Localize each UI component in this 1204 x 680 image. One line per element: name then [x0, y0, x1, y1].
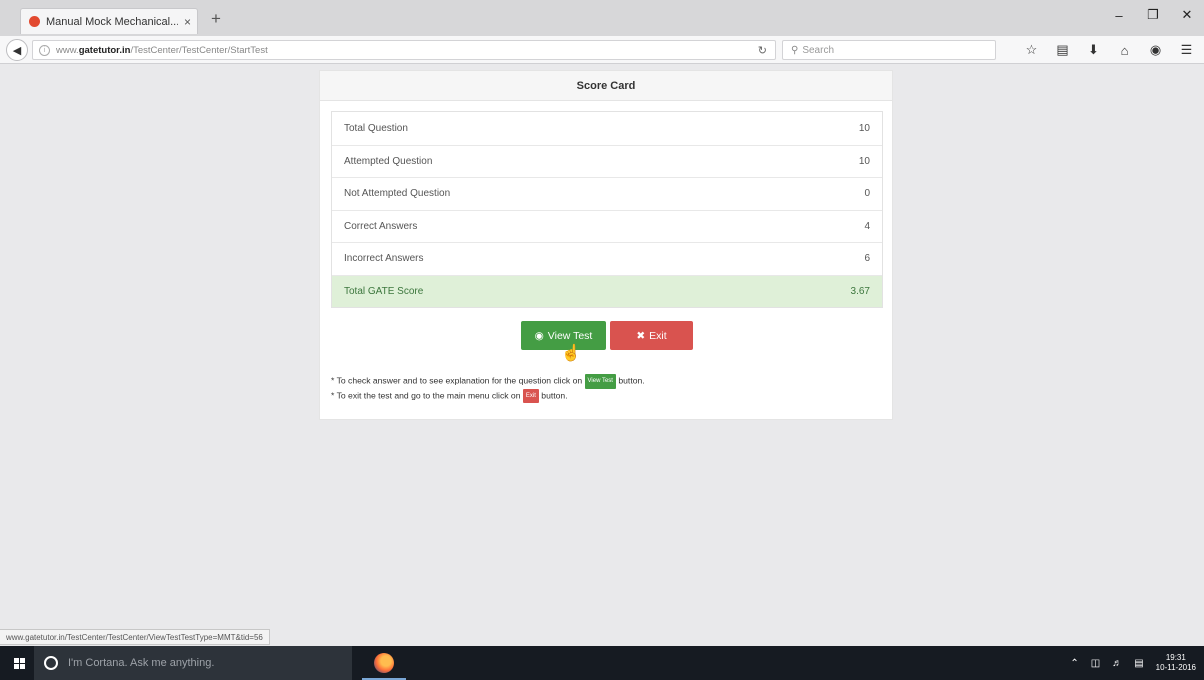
exit-badge: Exit: [522, 388, 539, 403]
date: 10-11-2016: [1155, 663, 1196, 672]
windows-logo-icon: [13, 657, 25, 669]
row-label: Attempted Question: [344, 155, 433, 167]
network-icon[interactable]: ◫: [1091, 658, 1100, 669]
address-bar[interactable]: i www. gatetutor.in/TestCenter/TestCenter…: [32, 40, 776, 60]
system-tray: ⌃ ◫ ♬ ▤ 19:31 10-11-2016: [1070, 646, 1204, 680]
row-value: 10: [858, 122, 870, 134]
browser-toolbar: ☆ ▤ ⬇ ⌂ ◉ ☰: [1016, 40, 1202, 60]
url-domain: gatetutor.in: [78, 44, 131, 56]
close-window-icon[interactable]: ✕: [1170, 0, 1204, 30]
row-label: Correct Answers: [344, 220, 418, 232]
note-exit: * To exit the test and go to the main me…: [331, 388, 645, 403]
window-controls: – ❐ ✕: [1102, 0, 1204, 30]
action-buttons: ◉ View Test ✖ Exit: [320, 321, 894, 350]
row-label: Total Question: [344, 122, 408, 134]
row-label: Total GATE Score: [344, 285, 424, 297]
search-input[interactable]: ⚲ Search: [782, 40, 996, 60]
table-row: Incorrect Answers 6: [332, 242, 882, 275]
menu-icon[interactable]: ☰: [1171, 40, 1202, 60]
browser-nav-bar: ◀ i www. gatetutor.in/TestCenter/TestCent…: [0, 36, 1204, 64]
start-button[interactable]: [8, 652, 30, 674]
reload-icon[interactable]: ↻: [758, 44, 767, 57]
total-score-row: Total GATE Score 3.67: [332, 274, 882, 307]
instructions: * To check answer and to see explanation…: [331, 374, 645, 403]
cortana-search[interactable]: I'm Cortana. Ask me anything.: [34, 646, 352, 680]
clock[interactable]: 19:31 10-11-2016: [1156, 653, 1196, 673]
exit-button[interactable]: ✖ Exit: [610, 321, 693, 350]
time: 19:31: [1165, 653, 1186, 662]
row-label: Incorrect Answers: [344, 253, 424, 265]
table-row: Total Question 10: [332, 112, 882, 145]
note-view-test: * To check answer and to see explanation…: [331, 374, 645, 389]
windows-taskbar: I'm Cortana. Ask me anything. ⌃ ◫ ♬ ▤ 19…: [0, 646, 1204, 680]
close-icon: ✖: [636, 329, 646, 342]
browser-tab[interactable]: Manual Mock Mechanical... ×: [20, 8, 198, 34]
chevron-up-icon[interactable]: ⌃: [1070, 658, 1078, 669]
view-test-badge: View Test: [584, 374, 616, 389]
note-text: * To exit the test and go to the main me…: [331, 390, 521, 401]
notification-icon[interactable]: ▤: [1134, 658, 1143, 669]
row-value: 4: [864, 220, 870, 232]
status-url: www.gatetutor.in/TestCenter/TestCenter/V…: [0, 629, 270, 645]
row-label: Not Attempted Question: [344, 188, 451, 200]
url-prefix: www.: [56, 44, 79, 56]
row-value: 0: [864, 188, 870, 200]
table-row: Correct Answers 4: [332, 209, 882, 243]
back-arrow-icon[interactable]: ◀: [6, 39, 28, 61]
reading-list-icon[interactable]: ▤: [1047, 40, 1078, 60]
eye-icon: ◉: [534, 329, 544, 342]
site-info-icon[interactable]: i: [39, 44, 50, 56]
note-text: * To check answer and to see explanation…: [331, 375, 583, 386]
score-table: Total Question 10 Attempted Question 10 …: [331, 111, 883, 308]
tab-title: Manual Mock Mechanical...: [46, 15, 178, 28]
browser-title-bar: Manual Mock Mechanical... × + – ❐ ✕: [0, 0, 1204, 36]
search-placeholder: Search: [802, 44, 835, 56]
site-favicon-icon: [29, 16, 40, 27]
score-card: Score Card Total Question 10 Attempted Q…: [319, 70, 893, 420]
new-tab-button[interactable]: +: [206, 8, 226, 30]
hand-cursor-icon: ☝: [561, 345, 581, 362]
pocket-icon[interactable]: ◉: [1140, 40, 1171, 60]
note-text: button.: [618, 375, 645, 386]
download-icon[interactable]: ⬇: [1078, 40, 1109, 60]
cortana-icon: [44, 656, 58, 670]
bookmark-star-icon[interactable]: ☆: [1016, 40, 1047, 60]
view-test-label: View Test: [547, 329, 593, 342]
cortana-placeholder: I'm Cortana. Ask me anything.: [68, 657, 215, 669]
row-value: 10: [858, 155, 870, 167]
table-row: Not Attempted Question 0: [332, 177, 882, 210]
note-text: button.: [541, 390, 568, 401]
row-value: 3.67: [850, 285, 870, 297]
restore-icon[interactable]: ❐: [1136, 0, 1170, 30]
search-icon: ⚲: [791, 44, 799, 56]
firefox-icon: [374, 653, 394, 673]
firefox-taskbar-button[interactable]: [362, 648, 406, 680]
url-path: /TestCenter/TestCenter/StartTest: [130, 44, 268, 56]
home-icon[interactable]: ⌂: [1109, 40, 1140, 60]
exit-label: Exit: [649, 329, 667, 342]
volume-icon[interactable]: ♬: [1112, 658, 1122, 669]
row-value: 6: [864, 253, 870, 265]
minimize-icon[interactable]: –: [1102, 0, 1136, 30]
score-card-title: Score Card: [320, 71, 892, 101]
tab-close-icon[interactable]: ×: [184, 15, 191, 29]
table-row: Attempted Question 10: [332, 144, 882, 178]
